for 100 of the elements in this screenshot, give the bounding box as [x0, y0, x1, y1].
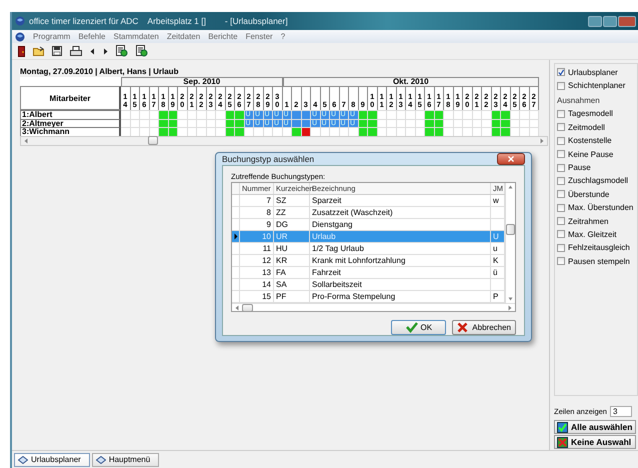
checkbox[interactable] — [557, 257, 565, 266]
day-cell[interactable] — [140, 110, 150, 118]
day-cell[interactable] — [454, 110, 463, 118]
day-cell[interactable] — [472, 110, 482, 118]
menu-item[interactable]: Befehle — [78, 32, 106, 41]
table-row[interactable]: 13 FA Fahrzeit ü — [232, 267, 505, 279]
day-cell[interactable] — [530, 118, 539, 127]
checkbox[interactable] — [557, 204, 565, 212]
checkbox[interactable] — [557, 136, 565, 145]
checkbox-label[interactable]: Max. Gleitzeit — [568, 230, 616, 239]
window-tab[interactable]: Hauptmenü — [92, 452, 160, 466]
scroll-thumb[interactable] — [506, 224, 515, 234]
weekend-cell[interactable] — [235, 110, 244, 118]
close-button[interactable] — [618, 16, 636, 26]
checkbox-label[interactable]: Schichtenplaner — [568, 81, 626, 90]
day-cell[interactable] — [178, 118, 188, 127]
day-cell[interactable] — [454, 118, 463, 127]
printer-icon[interactable] — [70, 46, 82, 56]
left-arrow-icon[interactable] — [90, 48, 95, 54]
checkbox-label[interactable]: Zuschlagsmodell — [568, 176, 628, 186]
horizontal-scrollbar[interactable] — [20, 136, 548, 146]
day-cell[interactable] — [121, 110, 130, 118]
table-row[interactable]: 12 KR Krank mit Lohnfortzahlung K — [232, 255, 505, 267]
day-cell[interactable] — [406, 118, 416, 127]
menu-item[interactable]: Fenster — [246, 32, 273, 41]
checkbox-label[interactable]: Zeitmodell — [568, 122, 605, 132]
right-arrow-icon[interactable] — [103, 48, 108, 54]
day-cell[interactable] — [444, 110, 454, 118]
weekend-cell[interactable] — [292, 127, 302, 136]
checkbox[interactable] — [557, 164, 565, 172]
window-tab[interactable]: Urlaubsplaner — [14, 452, 90, 466]
select-none-button[interactable]: Keine Auswahl — [554, 435, 636, 449]
day-cell[interactable] — [387, 118, 396, 127]
checkbox[interactable] — [557, 190, 565, 198]
checkbox-label[interactable]: Überstunde — [568, 190, 610, 199]
day-cell[interactable] — [444, 118, 454, 127]
employee-name[interactable]: 1:Albert — [20, 110, 121, 118]
minimize-button[interactable] — [588, 16, 602, 26]
day-cell[interactable] — [463, 110, 472, 118]
day-cell[interactable] — [510, 118, 520, 127]
table-row[interactable]: 15 PF Pro-Forma Stempelung P — [232, 291, 505, 303]
day-cell[interactable] — [378, 118, 387, 127]
checkbox[interactable] — [557, 176, 565, 185]
weekend-cell[interactable] — [159, 127, 168, 136]
checkbox-label[interactable]: Urlaubsplaner — [568, 68, 618, 77]
day-cell[interactable] — [387, 110, 396, 118]
table-row[interactable]: 7 SZ Sparzeit w — [232, 195, 505, 207]
weekend-cell[interactable] — [501, 110, 510, 118]
document-icon[interactable] — [116, 45, 128, 57]
select-all-button[interactable]: Alle auswählen — [554, 420, 636, 434]
checkbox[interactable] — [557, 110, 565, 118]
day-cell[interactable] — [178, 110, 188, 118]
day-cell[interactable] — [197, 110, 206, 118]
checkbox-label[interactable]: Pausen stempeln — [568, 256, 630, 266]
checkbox[interactable] — [557, 217, 565, 226]
day-cell[interactable] — [130, 118, 140, 127]
day-cell[interactable] — [520, 110, 530, 118]
day-cell[interactable] — [396, 110, 406, 118]
folder-icon[interactable] — [33, 46, 44, 56]
table-row[interactable]: 14 SA Sollarbeitszeit — [232, 279, 505, 291]
day-cell[interactable] — [130, 110, 140, 118]
weekend-cell[interactable] — [425, 127, 434, 136]
weekend-cell[interactable] — [368, 127, 378, 136]
checkbox-label[interactable]: Kostenstelle — [568, 136, 612, 146]
scroll-thumb[interactable] — [148, 136, 158, 145]
day-cell[interactable] — [520, 118, 530, 127]
checkbox[interactable] — [557, 230, 565, 238]
day-cell[interactable] — [188, 118, 197, 127]
checkbox[interactable] — [557, 244, 565, 252]
menu-item[interactable]: Zeitdaten — [166, 32, 200, 41]
day-cell[interactable] — [510, 110, 520, 118]
save-icon[interactable] — [52, 46, 62, 56]
weekend-cell[interactable] — [425, 110, 434, 118]
checkbox-label[interactable]: Max. Überstunden — [568, 203, 634, 212]
checkbox-label[interactable]: Fehlzeitausgleich — [568, 243, 630, 252]
checkbox-label[interactable]: Keine Pause — [568, 150, 614, 159]
table-row[interactable]: 8 ZZ Zusatzzeit (Waschzeit) — [232, 207, 505, 219]
checkbox[interactable] — [557, 82, 565, 90]
checkbox-label[interactable]: Tagesmodell — [568, 109, 613, 118]
day-cell[interactable] — [378, 110, 387, 118]
day-cell[interactable] — [140, 118, 150, 127]
day-cell[interactable] — [472, 118, 482, 127]
close-button[interactable] — [497, 153, 525, 165]
horizontal-scrollbar[interactable] — [232, 303, 515, 312]
employee-name[interactable]: 2:Altmeyer — [20, 118, 121, 127]
day-cell[interactable] — [206, 110, 216, 118]
day-cell[interactable] — [121, 118, 130, 127]
checkbox-label[interactable]: Zeitrahmen — [568, 216, 608, 226]
table-row[interactable]: 11 HU 1/2 Tag Urlaub u — [232, 243, 505, 255]
weekend-cell[interactable] — [501, 127, 510, 136]
vacation-cell[interactable] — [292, 110, 302, 118]
day-cell[interactable] — [197, 118, 206, 127]
day-cell[interactable] — [530, 110, 539, 118]
checkbox[interactable] — [557, 150, 565, 158]
day-cell[interactable] — [188, 110, 197, 118]
day-cell[interactable] — [406, 110, 416, 118]
menu-item[interactable]: Berichte — [208, 32, 238, 41]
checkbox-label[interactable]: Pause — [568, 163, 591, 172]
menu-item[interactable]: Stammdaten — [113, 32, 159, 41]
checkbox[interactable] — [557, 123, 565, 132]
